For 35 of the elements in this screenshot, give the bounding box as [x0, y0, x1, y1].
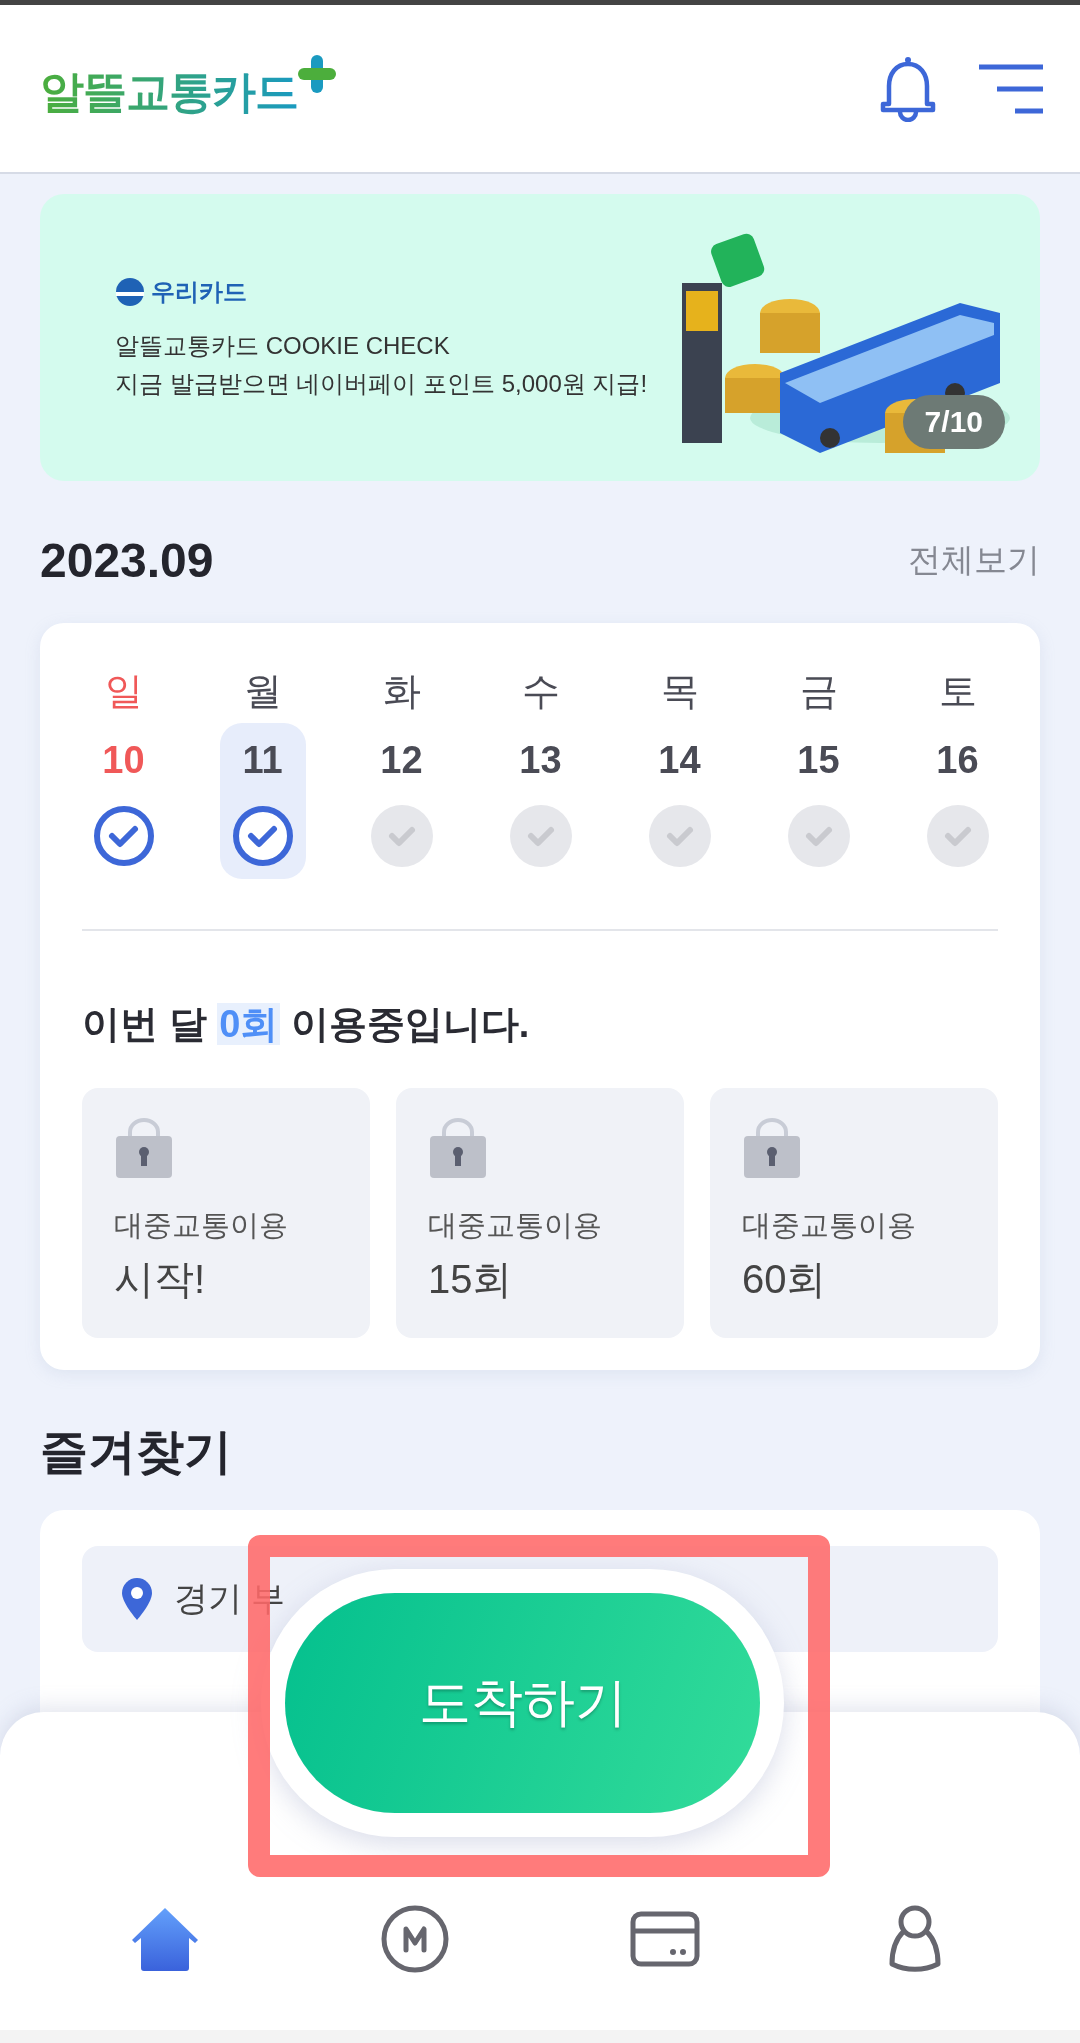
badge-tile[interactable]: 대중교통이용 15회	[396, 1088, 684, 1338]
weekday-label: 토	[938, 669, 977, 714]
bell-icon[interactable]	[879, 55, 937, 122]
badge-tile[interactable]: 대중교통이용 60회	[710, 1088, 998, 1338]
day-cell[interactable]: 14	[636, 723, 723, 879]
page-counter: 7/10	[902, 395, 1005, 449]
day-cell[interactable]: 15	[775, 723, 862, 879]
badge-value: 15회	[428, 1256, 514, 1303]
badge-label: 대중교통이용	[114, 1208, 289, 1243]
banner-subtitle: 지금 발급받으면 네이버페이 포인트 5,000원 지급!	[115, 368, 649, 399]
day-cell[interactable]: 16	[914, 723, 1001, 879]
weekday-label: 수	[521, 669, 560, 714]
badge-value: 60회	[742, 1256, 828, 1303]
brand-logo-icon	[115, 276, 145, 307]
weekday-label: 금	[799, 669, 838, 714]
badge-tile[interactable]: 대중교통이용 시작!	[82, 1088, 370, 1338]
promo-banner[interactable]: 우리카드 알뜰교통카드 COOKIE CHECK 지금 발급받으면 네이버페이 포인트 5,000원 지급! 7/10	[40, 194, 1040, 481]
weekday-label: 일	[104, 669, 143, 714]
banner-title: 알뜰교통카드 COOKIE CHECK	[115, 330, 451, 361]
weekday-label: 목	[660, 669, 699, 714]
menu-icon[interactable]	[977, 63, 1045, 114]
location-pin-icon	[122, 1578, 152, 1620]
plus-icon	[298, 55, 336, 93]
weekday-label: 월	[243, 669, 282, 714]
badge-label: 대중교통이용	[742, 1208, 917, 1243]
badge-label: 대중교통이용	[428, 1208, 603, 1243]
brand-name: 우리카드	[151, 276, 247, 307]
day-cell[interactable]: 12	[358, 723, 445, 879]
day-cell[interactable]: 13	[497, 723, 584, 879]
day-cell[interactable]: 11	[219, 723, 306, 879]
weekday-label: 화	[382, 669, 421, 714]
month-title: 2023.09	[40, 532, 214, 588]
usage-summary: 이번 달 0회 이용중입니다.	[82, 1002, 531, 1047]
badge-value: 시작!	[114, 1256, 207, 1303]
section-title: 즐겨찾기	[40, 1424, 233, 1480]
